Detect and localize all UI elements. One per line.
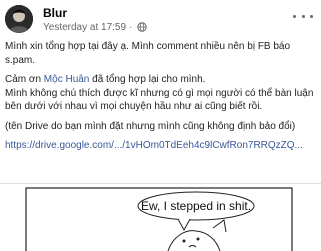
thanks-suffix: đã tổng hợp lại cho mình. [89, 74, 206, 85]
mention-link[interactable]: Mộc Huân [44, 74, 90, 85]
thanks-prefix: Cảm ơn [5, 74, 44, 85]
author-avatar[interactable] [5, 5, 33, 33]
post-paragraph-1: Mình xin tổng hợp tại đây ạ. Mình commen… [5, 41, 291, 66]
facebook-post: Blur Yesterday at 17:59 · Mình xin tổng h… [0, 0, 321, 251]
speech-bubble-text: Ew, I stepped in shit. [141, 199, 251, 213]
post-body: Mình xin tổng hợp tại đây ạ. Mình commen… [5, 40, 317, 153]
post-image[interactable]: Ew, I stepped in shit. [0, 183, 321, 251]
post-meta: Yesterday at 17:59 · [43, 22, 148, 33]
author-name[interactable]: Blur [43, 6, 67, 20]
post-paragraph-2-line-2: Mình không chú thích được kĩ nhưng có gì… [5, 87, 314, 113]
globe-icon [137, 22, 148, 32]
drive-link[interactable]: https://drive.google.com/.../1vHOm0TdEeh… [5, 139, 317, 153]
avatar-image [5, 5, 33, 33]
comic-drawing: Ew, I stepped in shit. [25, 187, 293, 251]
post-header: Blur Yesterday at 17:59 · [5, 5, 315, 37]
more-options-icon[interactable] [293, 9, 313, 23]
post-paragraph-2: Cảm ơn Mộc Huân đã tổng hợp lại cho mình… [5, 73, 317, 114]
post-timestamp[interactable]: Yesterday at 17:59 [43, 22, 126, 33]
post-paragraph-3: (tên Drive do bạn mình đặt nhưng mình cũ… [5, 120, 296, 132]
meta-separator: · [129, 22, 133, 33]
